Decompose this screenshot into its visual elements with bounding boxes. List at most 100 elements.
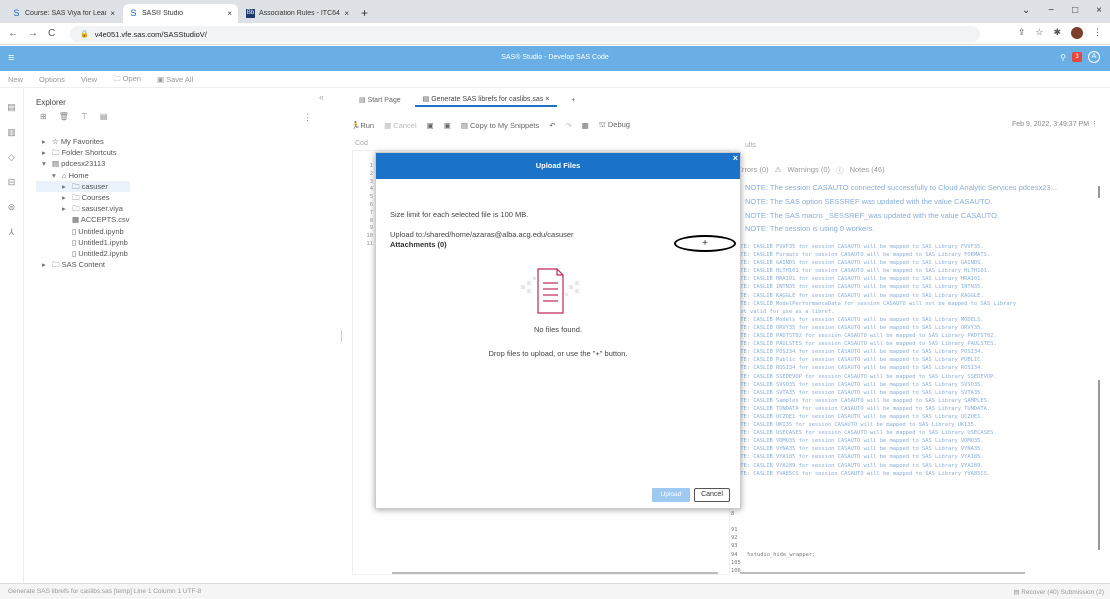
browser-tab-label: SAS® Studio xyxy=(142,10,183,17)
url-text: v4e051.vfe.sas.com/SASStudioV/ xyxy=(94,29,207,39)
explorer-rail-icon[interactable]: ▤ xyxy=(0,102,23,113)
tasks-rail-icon[interactable]: ⊟ xyxy=(0,177,23,188)
notes-filter[interactable]: Notes (46) xyxy=(850,165,885,176)
back-arrow-icon[interactable]: ← xyxy=(8,28,18,39)
status-right[interactable]: ▤ Recover (40) Submission (2) xyxy=(1013,588,1104,596)
browser-tab-association-rules[interactable]: Bb Association Rules - ITC6420A1 - × xyxy=(240,4,355,23)
tree-item-untitled1-ipynb[interactable]: ▯ Untitled1.ipynb xyxy=(36,237,130,248)
tree-item-courses[interactable]: ▸ 🗀 Courses xyxy=(36,192,130,203)
add-file-button[interactable]: + xyxy=(674,235,736,252)
tree-item-label: Courses xyxy=(81,193,110,203)
filter-icon[interactable]: ⊤ xyxy=(81,112,88,121)
panel-splitter[interactable] xyxy=(341,330,343,342)
tree-item-untitled2-ipynb[interactable]: ▯ Untitled2.ipynb xyxy=(36,248,130,259)
cancel-run-button[interactable]: ▦ Cancel xyxy=(384,121,417,130)
log-hscrollbar[interactable] xyxy=(740,572,1025,574)
save-all-button[interactable]: ▣ Save All xyxy=(157,75,193,84)
maximize-button[interactable]: □ xyxy=(1072,5,1078,16)
minimize-button[interactable]: − xyxy=(1048,5,1054,16)
expand-icon: ▸ xyxy=(42,148,46,158)
share-icon[interactable]: ⇪ xyxy=(1018,27,1026,39)
browser-tab-sas-studio[interactable]: S SAS® Studio × xyxy=(123,4,238,23)
extensions-icon[interactable]: ✱ xyxy=(1053,27,1061,39)
more-options-icon[interactable]: ⋮ xyxy=(303,112,312,123)
tree-item-folder-shortcuts[interactable]: ▸ 🗀 Folder Shortcuts xyxy=(36,147,130,158)
search-icon[interactable]: ⚲ xyxy=(1060,53,1066,62)
url-field[interactable]: 🔒 v4e051.vfe.sas.com/SASStudioV/ xyxy=(70,26,980,42)
new-tab-button[interactable]: + xyxy=(361,6,368,20)
server-icon: ▤ xyxy=(52,159,62,169)
star-icon[interactable]: ☆ xyxy=(1035,27,1043,39)
run-label: Run xyxy=(360,120,375,130)
tab-generate-sas-librefs[interactable]: ▤ Generate SAS librefs for caslibs.sas × xyxy=(414,93,558,107)
warnings-filter[interactable]: Warnings (0) xyxy=(787,165,830,176)
log-panel: ults Errors (0) ⚠ Warnings (0) ⓘ Notes (… xyxy=(731,142,1110,575)
window-close-button[interactable]: × xyxy=(1096,5,1102,16)
copy-snippets-button[interactable]: ▤ Copy to My Snippets xyxy=(461,121,539,130)
upload-button[interactable]: Upload xyxy=(652,488,690,502)
view-menu[interactable]: View xyxy=(81,75,97,84)
libraries-rail-icon[interactable]: ▥ xyxy=(0,127,23,138)
tree-item-untitled-ipynb[interactable]: ▯ Untitled.ipynb xyxy=(36,226,130,237)
tree-item-casuser[interactable]: ▸ 🗀 casuser xyxy=(36,180,130,193)
database-rail-icon[interactable]: ⊜ xyxy=(0,202,23,213)
more-menu-icon[interactable]: ⋮ xyxy=(1093,27,1102,39)
dialog-close-button[interactable]: × xyxy=(733,145,738,171)
browser-extensions: ⇪ ☆ ✱ ⋮ xyxy=(1018,27,1102,39)
close-icon[interactable]: × xyxy=(344,9,349,18)
redo-icon[interactable]: ↷ xyxy=(566,121,572,130)
log-line: OTE: CASLIB Models for session CASAUTO w… xyxy=(737,316,984,323)
save-as-icon[interactable]: ▣ xyxy=(444,121,451,130)
profile-avatar[interactable] xyxy=(1071,27,1083,39)
log-line: OTE: CASLIB HLTH101 for session CASAUTO … xyxy=(737,268,991,275)
open-button[interactable]: 🗀 Open xyxy=(113,73,141,86)
git-rail-icon[interactable]: ⅄ xyxy=(0,227,23,238)
properties-icon[interactable]: ▤ xyxy=(100,112,108,121)
code-subtab[interactable]: Cod xyxy=(355,140,368,147)
notifications-badge[interactable]: 3 xyxy=(1072,52,1082,62)
forward-arrow-icon[interactable]: → xyxy=(28,28,38,39)
options-menu[interactable]: Options xyxy=(39,75,65,84)
address-bar: ← → C 🔒 v4e051.vfe.sas.com/SASStudioV/ ⇪… xyxy=(0,23,1110,45)
save-icon[interactable]: ▣ xyxy=(427,121,434,130)
browser-tab-course[interactable]: S Course: SAS Viya for Learners × xyxy=(6,4,121,23)
close-icon[interactable]: × xyxy=(110,9,115,18)
dialog-info: Size limit for each selected file is 100… xyxy=(390,205,574,245)
run-button[interactable]: 🏃Run xyxy=(351,121,374,130)
editor-hscrollbar[interactable] xyxy=(392,572,718,574)
tree-item-sas-content[interactable]: ▸ 🗀 SAS Content xyxy=(36,259,130,270)
new-tab-button[interactable]: + xyxy=(563,95,583,106)
undo-icon[interactable]: ↶ xyxy=(549,121,555,130)
user-avatar[interactable]: A xyxy=(1088,51,1100,63)
format-icon[interactable]: ▦ xyxy=(582,121,589,130)
new-menu[interactable]: New xyxy=(8,75,23,84)
collapse-icon[interactable]: « xyxy=(319,92,324,102)
tree-item-server[interactable]: ▾ ▤ pdcesx23113 xyxy=(36,158,130,169)
debug-button[interactable]: ⛫ Debug xyxy=(599,120,630,130)
tree-item-my-favorites[interactable]: ▸ ☆ My Favorites xyxy=(36,136,130,147)
tree-item-accepts-csv[interactable]: ▦ ACCEPTS.csv xyxy=(36,214,130,225)
errors-filter[interactable]: Errors (0) xyxy=(737,165,769,176)
collapse-tree-icon: ▾ xyxy=(52,170,56,180)
snippets-rail-icon[interactable]: ◇ xyxy=(0,152,23,163)
delete-icon[interactable]: 🗑 xyxy=(59,112,69,121)
cancel-button[interactable]: Cancel xyxy=(694,488,730,502)
reload-icon[interactable]: C xyxy=(48,28,55,39)
document-tabs: ▤ Start Page ▤ Generate SAS librefs for … xyxy=(351,92,1110,108)
log-line: OTE: CASLIB SVTA35 for session CASAUTO w… xyxy=(737,389,984,396)
close-icon[interactable]: × xyxy=(545,96,549,103)
close-icon[interactable]: × xyxy=(227,9,232,18)
browser-tab-label: Course: SAS Viya for Learners xyxy=(25,10,107,17)
tab-search-icon[interactable]: ⌄ xyxy=(1022,5,1030,16)
log-scrollbar[interactable] xyxy=(1098,380,1100,550)
tree-item-sasuser-viya[interactable]: ▸ 🗀 sasuser.viya xyxy=(36,203,130,214)
run-icon: 🏃 xyxy=(351,120,361,130)
info-icon: ⓘ xyxy=(836,166,844,175)
line-number: 3 xyxy=(369,178,373,185)
log-scroll-marker[interactable] xyxy=(1098,186,1100,198)
tab-start-page[interactable]: ▤ Start Page xyxy=(351,94,409,106)
log-line: OTE: CASLIB VDMO35 for session CASAUTO w… xyxy=(737,438,984,445)
tree-item-home[interactable]: ▾ ⌂ Home xyxy=(36,170,130,181)
new-folder-icon[interactable]: ⊞ xyxy=(40,112,47,121)
results-tab[interactable]: ults xyxy=(745,142,756,149)
